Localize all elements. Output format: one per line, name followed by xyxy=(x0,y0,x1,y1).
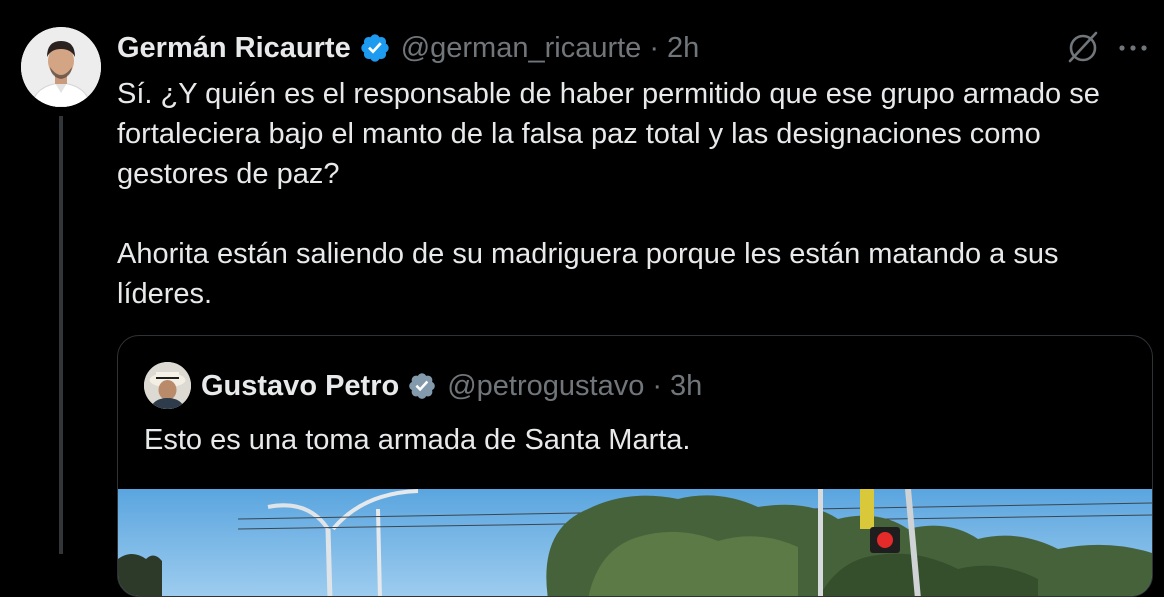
quoted-author-name[interactable]: Gustavo Petro xyxy=(201,370,399,403)
tweet-header: Germán Ricaurte @german_ricaurte · 2h xyxy=(117,28,699,68)
quoted-author-avatar[interactable] xyxy=(144,362,191,409)
more-options-icon[interactable] xyxy=(1116,34,1150,62)
tweet-text: Sí. ¿Y quién es el responsable de haber … xyxy=(117,74,1147,314)
grok-icon[interactable] xyxy=(1063,27,1103,67)
quoted-tweet-time[interactable]: 3h xyxy=(670,370,702,403)
thread-line xyxy=(59,116,63,554)
quoted-header-separator: · xyxy=(652,369,662,402)
quoted-avatar-photo xyxy=(144,362,191,409)
quoted-tweet-card[interactable]: Gustavo Petro @petrogustavo · 3h Esto es… xyxy=(117,335,1153,597)
verified-badge-icon xyxy=(409,373,436,399)
author-handle[interactable]: @german_ricaurte xyxy=(401,32,642,65)
tweet-time[interactable]: 2h xyxy=(667,32,699,65)
author-name[interactable]: Germán Ricaurte xyxy=(117,32,351,65)
avatar-photo xyxy=(21,27,101,107)
tweet-paragraph-1: Sí. ¿Y quién es el responsable de haber … xyxy=(117,78,1100,190)
quoted-author-handle[interactable]: @petrogustavo xyxy=(447,370,644,403)
quoted-media-preview[interactable] xyxy=(118,489,1152,596)
quoted-tweet-header: Gustavo Petro @petrogustavo · 3h xyxy=(201,366,702,406)
quoted-tweet-text: Esto es una toma armada de Santa Marta. xyxy=(144,424,691,456)
media-thumbnail xyxy=(118,489,1152,596)
header-separator: · xyxy=(649,31,659,64)
author-avatar[interactable] xyxy=(21,27,101,107)
tweet-paragraph-2: Ahorita están saliendo de su madriguera … xyxy=(117,238,1059,310)
verified-badge-icon xyxy=(361,34,389,62)
